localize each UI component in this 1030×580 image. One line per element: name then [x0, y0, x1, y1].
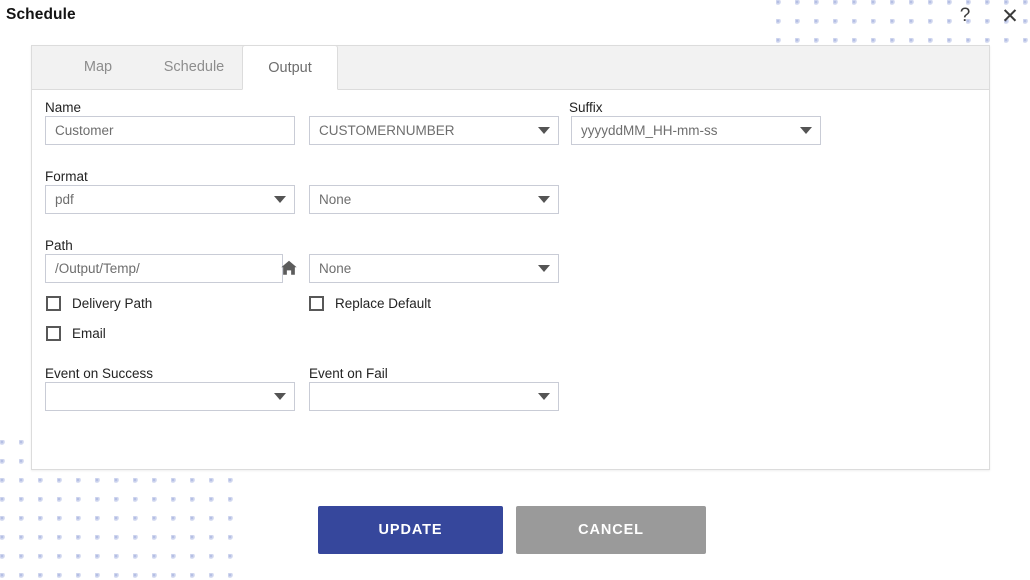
close-icon[interactable]: ✕	[995, 0, 1025, 32]
name-token-select-value: CUSTOMERNUMBER	[319, 123, 455, 138]
home-icon[interactable]	[280, 259, 298, 277]
output-form: Name Suffix Customer CUSTOMERNUMBER yyyy…	[32, 90, 989, 411]
tab-schedule-label: Schedule	[163, 59, 225, 75]
path-input[interactable]: /Output/Temp/	[45, 254, 283, 283]
chevron-down-icon	[538, 393, 550, 400]
event-on-success-select[interactable]	[45, 382, 295, 411]
format-secondary-select-value: None	[319, 192, 352, 207]
delivery-path-checkbox-row[interactable]: Delivery Path	[46, 296, 152, 311]
name-label: Name	[45, 100, 82, 115]
format-select-value: pdf	[55, 192, 74, 207]
suffix-label: Suffix	[569, 100, 603, 115]
cancel-button[interactable]: CANCEL	[516, 506, 706, 554]
page-title: Schedule	[6, 6, 76, 23]
email-label: Email	[72, 326, 106, 341]
path-secondary-select-value: None	[319, 261, 352, 276]
path-input-value: /Output/Temp/	[55, 261, 140, 276]
chevron-down-icon	[274, 393, 286, 400]
tab-schedule[interactable]: Schedule	[146, 45, 242, 89]
replace-default-checkbox[interactable]	[309, 296, 324, 311]
title-bar: Schedule ? ✕	[0, 0, 1030, 32]
event-on-success-label: Event on Success	[45, 366, 154, 381]
email-checkbox[interactable]	[46, 326, 61, 341]
replace-default-checkbox-row[interactable]: Replace Default	[309, 296, 431, 311]
name-input-value: Customer	[55, 123, 114, 138]
event-on-fail-select[interactable]	[309, 382, 559, 411]
delivery-path-label: Delivery Path	[72, 296, 153, 311]
path-label: Path	[45, 238, 73, 253]
delivery-path-checkbox[interactable]	[46, 296, 61, 311]
chevron-down-icon	[538, 196, 550, 203]
path-secondary-select[interactable]: None	[309, 254, 559, 283]
chevron-down-icon	[274, 196, 286, 203]
event-on-fail-label: Event on Fail	[309, 366, 388, 381]
tab-map[interactable]: Map	[50, 45, 146, 89]
chevron-down-icon	[538, 265, 550, 272]
suffix-select-value: yyyyddMM_HH-mm-ss	[581, 123, 718, 138]
tab-bar: Map Schedule Output	[32, 45, 989, 90]
email-checkbox-row[interactable]: Email	[46, 326, 106, 341]
tab-output-label: Output	[268, 59, 312, 76]
tab-output[interactable]: Output	[242, 45, 338, 90]
format-label: Format	[45, 169, 88, 184]
tab-map-label: Map	[83, 59, 113, 75]
replace-default-label: Replace Default	[335, 296, 432, 311]
format-select[interactable]: pdf	[45, 185, 295, 214]
name-input[interactable]: Customer	[45, 116, 295, 145]
format-secondary-select[interactable]: None	[309, 185, 559, 214]
schedule-dialog-panel: Map Schedule Output Name Suffix Customer…	[31, 45, 990, 470]
name-token-select[interactable]: CUSTOMERNUMBER	[309, 116, 559, 145]
chevron-down-icon	[800, 127, 812, 134]
suffix-select[interactable]: yyyyddMM_HH-mm-ss	[571, 116, 821, 145]
chevron-down-icon	[538, 127, 550, 134]
help-icon[interactable]: ?	[950, 0, 980, 32]
update-button[interactable]: UPDATE	[318, 506, 503, 554]
